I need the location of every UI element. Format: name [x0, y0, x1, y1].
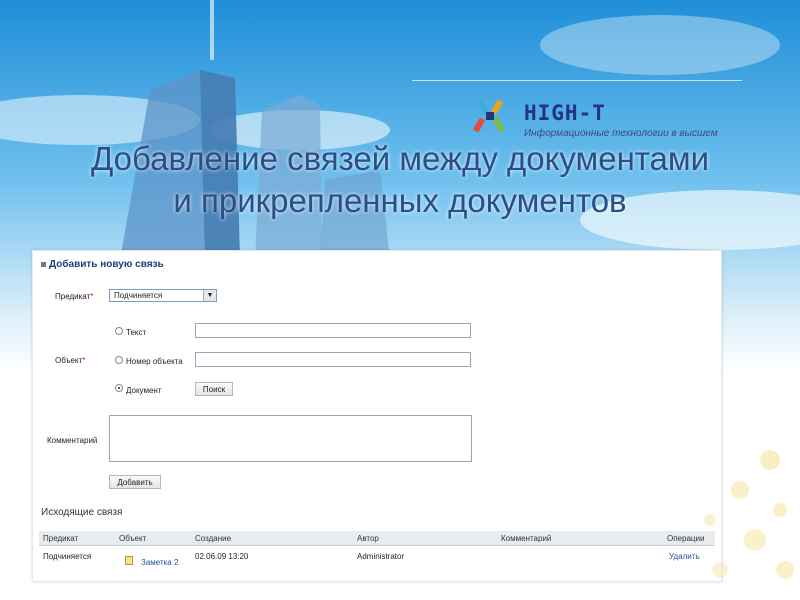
row-created: 02.06.09 13:20 [195, 552, 249, 561]
section-bullet-icon [41, 262, 46, 267]
decorative-dots [704, 450, 794, 579]
outgoing-links-title: Исходящие связя [41, 507, 123, 518]
radio-text[interactable] [115, 327, 123, 335]
predicate-label: Предикат* [55, 292, 94, 301]
slide-title-line-2: и прикрепленных документов [173, 182, 627, 219]
note-icon [125, 556, 133, 565]
high-t-logo-icon [472, 99, 506, 133]
search-button[interactable]: Поиск [195, 382, 233, 396]
radio-object-number-label: Номер объекта [126, 357, 183, 366]
radio-object-number[interactable] [115, 356, 123, 364]
logo-divider [412, 80, 742, 81]
slide-title: Добавление связей между документами и пр… [0, 138, 800, 222]
row-predicate: Подчиняется [43, 552, 92, 561]
add-button[interactable]: Добавить [109, 475, 161, 489]
chevron-down-icon[interactable]: ▼ [203, 290, 216, 301]
column-header-created: Создание [195, 534, 232, 543]
object-number-input[interactable] [195, 352, 471, 367]
radio-document[interactable] [115, 384, 123, 392]
row-author: Administrator [357, 552, 405, 561]
text-input[interactable] [195, 323, 471, 338]
logo-name: HIGH-T [524, 101, 606, 125]
column-header-object: Объект [119, 534, 147, 543]
comment-textarea[interactable] [109, 415, 472, 462]
comment-label: Комментарий [47, 436, 98, 445]
row-object-link[interactable]: Заметка 2 [141, 558, 178, 567]
radio-document-label: Документ [126, 386, 162, 395]
column-header-predicate: Предикат [43, 534, 79, 543]
radio-text-label: Текст [126, 328, 147, 337]
slide-title-line-1: Добавление связей между документами [90, 140, 710, 177]
column-header-comment: Комментарий [501, 534, 552, 543]
predicate-select[interactable]: Подчиняется ▼ [109, 289, 217, 302]
column-header-author: Автор [357, 534, 379, 543]
object-label: Объект* [55, 356, 86, 365]
add-link-section-title: Добавить новую связь [41, 259, 164, 270]
